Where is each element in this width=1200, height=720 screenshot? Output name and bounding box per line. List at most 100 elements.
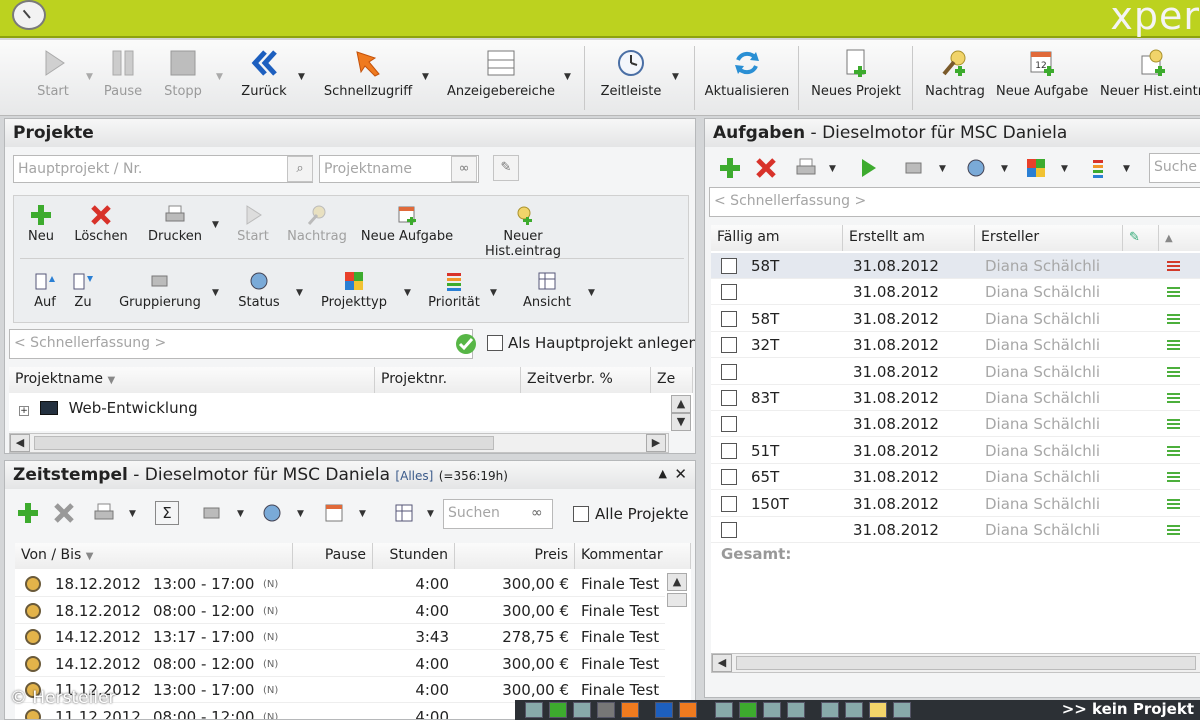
pause-button[interactable]: Pause bbox=[100, 48, 146, 112]
table-row[interactable]: 18.12.2012 08:00 - 12:00 (N) 4:00 300,00 € Fi… bbox=[15, 598, 665, 624]
print-dropdown-icon[interactable]: ▼ bbox=[129, 509, 136, 519]
col-hours[interactable]: Stunden bbox=[373, 543, 455, 569]
table-row[interactable]: 32T 31.08.2012 Diana Schälchli bbox=[711, 332, 1200, 359]
taskbar-play-icon[interactable] bbox=[549, 702, 567, 718]
status-icon[interactable] bbox=[965, 157, 987, 179]
expand-icon[interactable]: + bbox=[19, 406, 29, 416]
plus-icon[interactable] bbox=[719, 157, 741, 179]
view-dropdown-icon[interactable]: ▼ bbox=[427, 509, 434, 519]
task-checkbox[interactable] bbox=[721, 310, 737, 327]
table-row[interactable]: 18.12.2012 13:00 - 17:00 (N) 4:00 300,00 € Fi… bbox=[15, 571, 665, 597]
table-row[interactable]: 65T 31.08.2012 Diana Schälchli bbox=[711, 464, 1200, 491]
project-type-dropdown-icon[interactable]: ▼ bbox=[1061, 164, 1068, 174]
sum-icon[interactable]: Σ bbox=[155, 501, 179, 525]
quick-access-button[interactable]: Schnellzugriff bbox=[322, 48, 414, 112]
status-dropdown-icon[interactable]: ▼ bbox=[296, 288, 303, 298]
display-areas-button[interactable]: Anzeigebereiche bbox=[446, 48, 556, 112]
main-project-field[interactable]: Hauptprojekt / Nr. bbox=[13, 155, 313, 183]
task-checkbox[interactable] bbox=[721, 442, 737, 459]
project-type-button[interactable]: Projekttyp bbox=[316, 270, 392, 310]
refresh-button[interactable]: Aktualisieren bbox=[704, 48, 790, 112]
view-dropdown-icon[interactable]: ▼ bbox=[588, 288, 595, 298]
expand-up-button[interactable]: Auf bbox=[32, 270, 58, 310]
task-checkbox[interactable] bbox=[721, 390, 737, 406]
delete-icon[interactable] bbox=[755, 157, 777, 179]
scroll-left-icon[interactable]: ◀ bbox=[712, 654, 732, 672]
taskbar-settings-icon[interactable] bbox=[763, 702, 781, 718]
grouping-icon[interactable] bbox=[201, 502, 223, 524]
table-row[interactable]: 14.12.2012 08:00 - 12:00 (N) 4:00 300,00 € Fi… bbox=[15, 651, 665, 677]
taskbar-doc-icon[interactable] bbox=[525, 702, 543, 718]
taskbar-grid-icon[interactable] bbox=[821, 702, 839, 718]
scroll-right-icon[interactable]: ▶ bbox=[646, 434, 666, 452]
print-dropdown-icon[interactable]: ▼ bbox=[829, 164, 836, 174]
task-checkbox[interactable] bbox=[721, 258, 737, 274]
binoculars-icon[interactable]: ∞ bbox=[451, 156, 477, 182]
close-panel-icon[interactable]: ✕ bbox=[674, 465, 687, 483]
col-comment[interactable]: Kommentar bbox=[575, 543, 691, 569]
col-from-to[interactable]: Von / Bis ▼ bbox=[15, 543, 293, 569]
scroll-down-icon[interactable]: ▼ bbox=[671, 413, 691, 431]
quick-access-dropdown-icon[interactable]: ▼ bbox=[422, 72, 429, 82]
tasks-quick-entry[interactable]: < Schnellerfassung > bbox=[709, 187, 1200, 217]
task-checkbox[interactable] bbox=[721, 284, 737, 301]
taskbar-quick-access-icon[interactable] bbox=[621, 702, 639, 718]
table-row[interactable]: 58T 31.08.2012 Diana Schälchli bbox=[711, 253, 1200, 279]
main-project-lookup-icon[interactable]: ⌕ bbox=[287, 156, 313, 182]
task-checkbox[interactable] bbox=[721, 416, 737, 433]
scroll-thumb[interactable] bbox=[736, 656, 1196, 670]
grouping-button[interactable]: Gruppierung bbox=[118, 270, 202, 310]
new-project-button[interactable]: Neues Projekt bbox=[810, 48, 902, 112]
scroll-thumb[interactable] bbox=[34, 436, 494, 450]
back-dropdown-icon[interactable]: ▼ bbox=[298, 72, 305, 82]
calendar-icon[interactable] bbox=[323, 502, 345, 524]
project-addendum-button[interactable]: Nachtrag bbox=[286, 204, 348, 244]
priority-dropdown-icon[interactable]: ▼ bbox=[490, 288, 497, 298]
all-projects-checkbox[interactable] bbox=[573, 506, 589, 522]
collapse-panel-icon[interactable]: ▲ bbox=[659, 467, 667, 480]
taskbar-search-icon[interactable] bbox=[845, 702, 863, 718]
new-task-button[interactable]: 12 Neue Aufgabe bbox=[996, 48, 1088, 112]
table-row[interactable]: 31.08.2012 Diana Schälchli bbox=[711, 517, 1200, 543]
project-start-button[interactable]: Start bbox=[236, 204, 270, 244]
delete-button[interactable]: Löschen bbox=[72, 204, 130, 244]
grouping-dropdown-icon[interactable]: ▼ bbox=[237, 509, 244, 519]
col-pause[interactable]: Pause bbox=[293, 543, 373, 569]
status-icon[interactable] bbox=[261, 502, 283, 524]
table-row[interactable]: 58T 31.08.2012 Diana Schälchli bbox=[711, 306, 1200, 332]
table-row[interactable]: 14.12.2012 13:17 - 17:00 (N) 3:43 278,75 € Fi… bbox=[15, 624, 665, 650]
col-note[interactable]: ✎ bbox=[1123, 225, 1159, 251]
taskbar-tools-icon[interactable] bbox=[893, 702, 911, 718]
tasks-search-input[interactable]: Suche bbox=[1149, 153, 1200, 183]
col-price[interactable]: Preis bbox=[455, 543, 575, 569]
project-new-history-button[interactable]: Neuer Hist.eintrag bbox=[464, 204, 582, 259]
new-history-entry-button[interactable]: Neuer Hist.eintr. bbox=[1098, 48, 1200, 112]
as-main-project-checkbox[interactable] bbox=[487, 335, 503, 351]
plus-icon[interactable] bbox=[17, 502, 39, 524]
task-checkbox[interactable] bbox=[721, 495, 737, 512]
tasks-hscrollbar[interactable]: ◀ bbox=[711, 653, 1200, 673]
status-button[interactable]: Status bbox=[236, 270, 282, 310]
print-dropdown-icon[interactable]: ▼ bbox=[212, 220, 219, 230]
table-row[interactable]: 31.08.2012 Diana Schälchli bbox=[711, 359, 1200, 385]
back-button[interactable]: Zurück bbox=[238, 48, 290, 112]
taskbar-stop-icon[interactable] bbox=[597, 702, 615, 718]
view-button[interactable]: Ansicht bbox=[522, 270, 572, 310]
table-row[interactable]: 31.08.2012 Diana Schälchli bbox=[711, 411, 1200, 438]
table-row[interactable]: 83T 31.08.2012 Diana Schälchli bbox=[711, 385, 1200, 411]
col-time[interactable]: Ze bbox=[651, 367, 693, 393]
priority-icon[interactable] bbox=[1087, 157, 1109, 179]
calendar-dropdown-icon[interactable]: ▼ bbox=[359, 509, 366, 519]
scroll-up-icon[interactable]: ▲ bbox=[671, 395, 691, 413]
grouping-dropdown-icon[interactable]: ▼ bbox=[939, 164, 946, 174]
display-areas-dropdown-icon[interactable]: ▼ bbox=[564, 72, 571, 82]
view-icon[interactable] bbox=[393, 502, 415, 524]
table-row[interactable]: + Web-Entwicklung bbox=[13, 395, 373, 421]
project-type-icon[interactable] bbox=[1025, 157, 1047, 179]
taskbar-back-icon[interactable] bbox=[655, 702, 673, 718]
scroll-up-icon[interactable]: ▲ bbox=[667, 573, 687, 591]
taskbar-arrow-icon[interactable] bbox=[679, 702, 697, 718]
collapse-button[interactable]: Zu bbox=[70, 270, 96, 310]
status-dropdown-icon[interactable]: ▼ bbox=[1001, 164, 1008, 174]
col-created[interactable]: Erstellt am bbox=[843, 225, 975, 251]
